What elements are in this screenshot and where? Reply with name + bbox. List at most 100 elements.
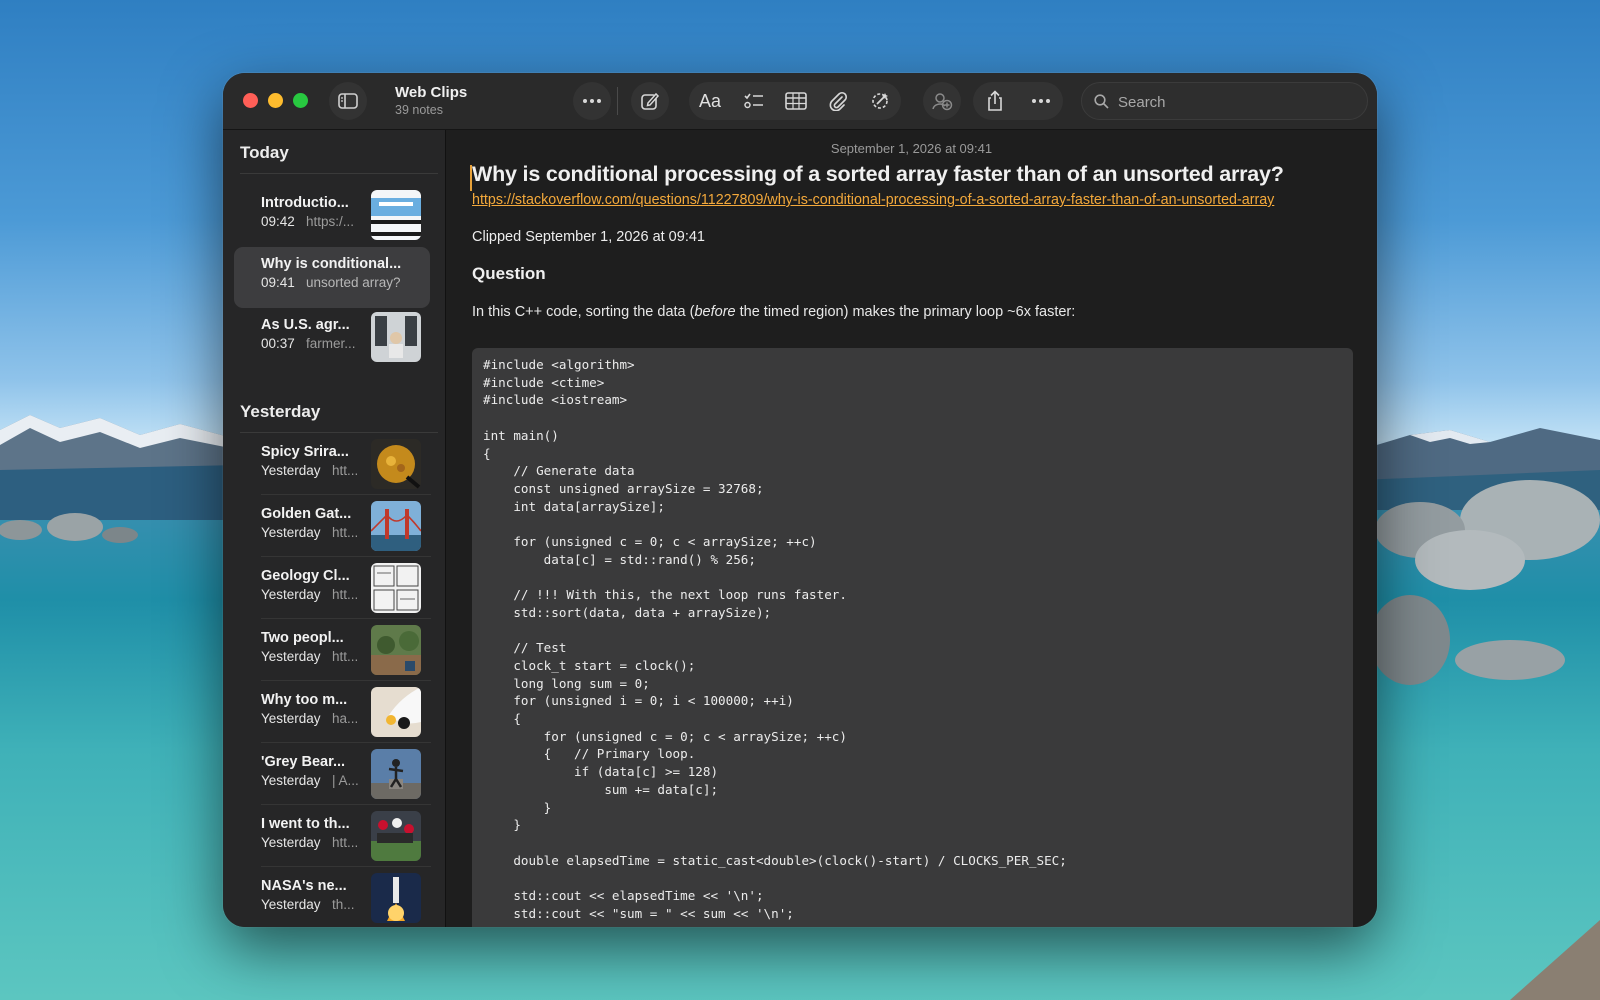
list-separator <box>261 618 431 619</box>
note-item-time: 00:37 <box>261 336 295 351</box>
collaborate-icon <box>932 93 953 111</box>
note-thumbnail <box>371 687 421 737</box>
note-item-time: Yesterday <box>261 463 321 478</box>
more-actions-button[interactable] <box>1021 82 1061 120</box>
search-field[interactable] <box>1081 82 1368 120</box>
note-item-title: NASA's ne... <box>261 878 347 894</box>
desktop-mountains-left <box>0 415 240 520</box>
note-item-title: Spicy Srira... <box>261 444 349 460</box>
share-button[interactable] <box>975 82 1015 120</box>
note-item-preview: farmer... <box>306 336 356 351</box>
note-thumbnail <box>371 749 421 799</box>
list-separator <box>261 680 431 681</box>
note-thumbnail <box>371 439 421 489</box>
note-item-title: 'Grey Bear... <box>261 754 346 770</box>
checklist-icon <box>744 93 763 109</box>
note-list-item[interactable]: I went to th... Yesterday htt... <box>234 807 430 868</box>
note-item-time: Yesterday <box>261 525 321 540</box>
search-input[interactable] <box>1116 91 1350 113</box>
note-count: 39 notes <box>395 103 443 117</box>
table-icon <box>785 92 807 110</box>
note-list-item[interactable]: Two peopl... Yesterday htt... <box>234 621 430 682</box>
paragraph-emphasis: before <box>694 304 736 320</box>
note-list-sidebar[interactable]: Today Introductio... 09:42 https:/... Wh… <box>223 130 446 927</box>
note-item-title: Why too m... <box>261 692 348 708</box>
list-separator <box>261 556 431 557</box>
list-separator <box>261 866 431 867</box>
toolbar-divider <box>617 87 618 115</box>
format-button[interactable]: Aa <box>692 82 732 120</box>
note-list-item[interactable]: Why too m... Yesterday ha... <box>234 683 430 744</box>
note-item-preview: https:/... <box>306 214 355 229</box>
note-list-item[interactable]: 'Grey Bear... Yesterday | A... <box>234 745 430 806</box>
sidebar-toggle-icon <box>338 93 358 109</box>
section-rule <box>240 173 438 174</box>
question-heading: Question <box>472 264 546 283</box>
note-item-preview: htt... <box>332 835 359 850</box>
attach-button[interactable] <box>818 82 858 120</box>
desktop-rocks-left <box>0 513 138 543</box>
code-text: #include <algorithm> #include <ctime> #i… <box>483 357 1067 921</box>
note-item-title: Introductio... <box>261 195 349 211</box>
writing-tools-icon <box>872 93 888 109</box>
minimize-button[interactable] <box>268 93 283 108</box>
note-item-preview: | A... <box>332 773 359 788</box>
sidebar-toggle-button[interactable] <box>329 82 367 120</box>
note-thumbnail <box>371 811 421 861</box>
note-item-time: Yesterday <box>261 587 321 602</box>
note-thumbnail <box>371 873 421 923</box>
note-item-title: Geology Cl... <box>261 568 350 584</box>
note-thumbnail <box>371 625 421 675</box>
note-list-item[interactable]: Golden Gat... Yesterday htt... <box>234 497 430 558</box>
checklist-button[interactable] <box>734 82 774 120</box>
note-item-preview: htt... <box>332 525 359 540</box>
list-separator <box>261 494 431 495</box>
note-item-preview: th... <box>332 897 355 912</box>
note-thumbnail <box>371 501 421 551</box>
note-item-time: Yesterday <box>261 897 321 912</box>
collaborate-button[interactable] <box>923 82 961 120</box>
note-date: September 1, 2026 at 09:41 <box>830 141 993 156</box>
note-thumbnail <box>371 190 421 240</box>
writing-tools-button[interactable] <box>860 82 900 120</box>
note-thumbnail <box>371 312 421 362</box>
note-list-item-selected[interactable]: Why is conditional... 09:41 unsorted arr… <box>234 247 430 308</box>
note-title[interactable]: Why is conditional processing of a sorte… <box>472 162 1352 187</box>
more-options-button[interactable] <box>573 82 611 120</box>
table-button[interactable] <box>776 82 816 120</box>
note-item-title: As U.S. agr... <box>261 317 350 333</box>
note-list-item[interactable]: NASA's ne... Yesterday th... <box>234 869 430 927</box>
paragraph-text: the timed region) makes the primary loop… <box>735 304 1076 320</box>
desktop-rocks-right <box>1370 480 1600 1000</box>
note-item-title: Why is conditional... <box>261 256 402 272</box>
note-item-time: Yesterday <box>261 649 321 664</box>
section-header-yesterday: Yesterday <box>240 402 321 421</box>
note-list-item[interactable]: As U.S. agr... 00:37 farmer... <box>234 308 430 369</box>
new-note-button[interactable] <box>631 82 669 120</box>
ellipsis-icon <box>1032 99 1050 103</box>
close-button[interactable] <box>243 93 258 108</box>
maximize-button[interactable] <box>293 93 308 108</box>
clipped-date: Clipped September 1, 2026 at 09:41 <box>472 229 705 245</box>
compose-icon <box>641 92 660 110</box>
note-item-time: 09:42 <box>261 214 295 229</box>
note-list-item[interactable]: Geology Cl... Yesterday htt... <box>234 559 430 620</box>
note-list-item[interactable]: Introductio... 09:42 https:/... <box>234 186 430 247</box>
note-editor[interactable]: September 1, 2026 at 09:41 Why is condit… <box>446 130 1377 927</box>
note-list-item[interactable]: Spicy Srira... Yesterday htt... <box>234 435 430 496</box>
code-block[interactable]: #include <algorithm> #include <ctime> #i… <box>472 348 1353 927</box>
paragraph-text: In this C++ code, sorting the data ( <box>472 304 695 320</box>
note-item-time: 09:41 <box>261 275 295 290</box>
note-item-time: Yesterday <box>261 835 321 850</box>
note-item-time: Yesterday <box>261 711 321 726</box>
paperclip-icon <box>829 91 848 111</box>
note-item-preview: htt... <box>332 649 359 664</box>
list-separator <box>261 804 431 805</box>
note-item-preview: ha... <box>332 711 359 726</box>
note-item-preview: htt... <box>332 587 359 602</box>
section-header-today: Today <box>240 143 289 162</box>
question-paragraph[interactable]: In this C++ code, sorting the data (befo… <box>472 304 1075 320</box>
source-link[interactable]: https://stackoverflow.com/questions/1122… <box>472 191 1332 210</box>
text-format-icon: Aa <box>699 92 722 110</box>
note-item-time: Yesterday <box>261 773 321 788</box>
